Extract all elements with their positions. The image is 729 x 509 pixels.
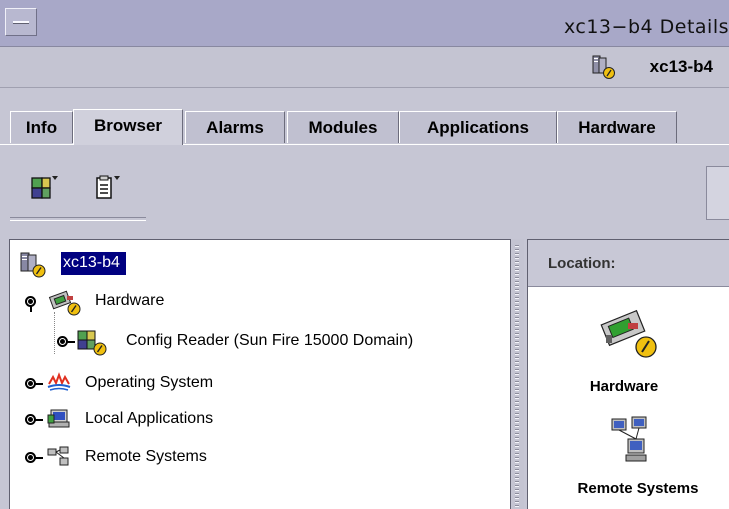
toolbar-separator [10,217,146,221]
toolbar-right-field[interactable] [706,166,729,220]
host-header: xc13-b4 [0,47,729,88]
tab-browser[interactable]: Browser [73,109,183,145]
tab-info[interactable]: Info [10,111,73,143]
tree-item-label: Operating System [85,374,214,391]
tab-hardware[interactable]: Hardware [557,111,677,143]
config-reader-icon [75,326,109,361]
browser-tree: xc13-b4 Hardware Config Reader (Sun Fire… [9,239,511,509]
tab-alarms[interactable]: Alarms [185,111,285,143]
host-icon [18,250,48,283]
remote-systems-icon[interactable] [610,415,650,472]
tree-item-operating-system[interactable]: Operating System [20,370,280,396]
view-properties-icon[interactable] [90,170,126,206]
detail-item-remote-systems-label[interactable]: Remote Systems [548,480,728,497]
hardware-icon [47,288,83,321]
location-bar: Location: [528,240,729,287]
location-label: Location: [548,255,616,272]
window-menu-button[interactable] [5,8,37,36]
tree-item-label: Hardware [95,292,165,309]
tree-item-hardware[interactable]: Hardware [20,288,240,316]
tab-applications[interactable]: Applications [399,111,557,143]
window-title: xc13−b4 Details [563,16,729,38]
tab-modules[interactable]: Modules [287,111,399,143]
splitter-grip[interactable] [515,245,519,509]
tree-item-label: Remote Systems [85,448,207,465]
hardware-icon[interactable] [598,303,660,370]
host-name-label: xc13-b4 [649,57,713,76]
detail-item-hardware-label[interactable]: Hardware [564,378,684,395]
tree-item-label: Local Applications [85,410,214,427]
tree-item-local-applications[interactable]: Local Applications [20,406,280,432]
tree-root-label: xc13-b4 [61,252,126,275]
host-icon [591,55,617,84]
title-bar: xc13−b4 Details [0,0,729,47]
tree-item-label: Config Reader (Sun Fire 15000 Domain) [126,332,414,349]
local-applications-icon [46,407,72,436]
tree-item-remote-systems[interactable]: Remote Systems [20,444,280,470]
create-topology-object-icon[interactable] [26,170,62,206]
operating-system-icon [46,372,72,399]
remote-systems-icon [46,446,72,473]
tree-item-config-reader[interactable]: Config Reader (Sun Fire 15000 Domain) [52,328,512,356]
